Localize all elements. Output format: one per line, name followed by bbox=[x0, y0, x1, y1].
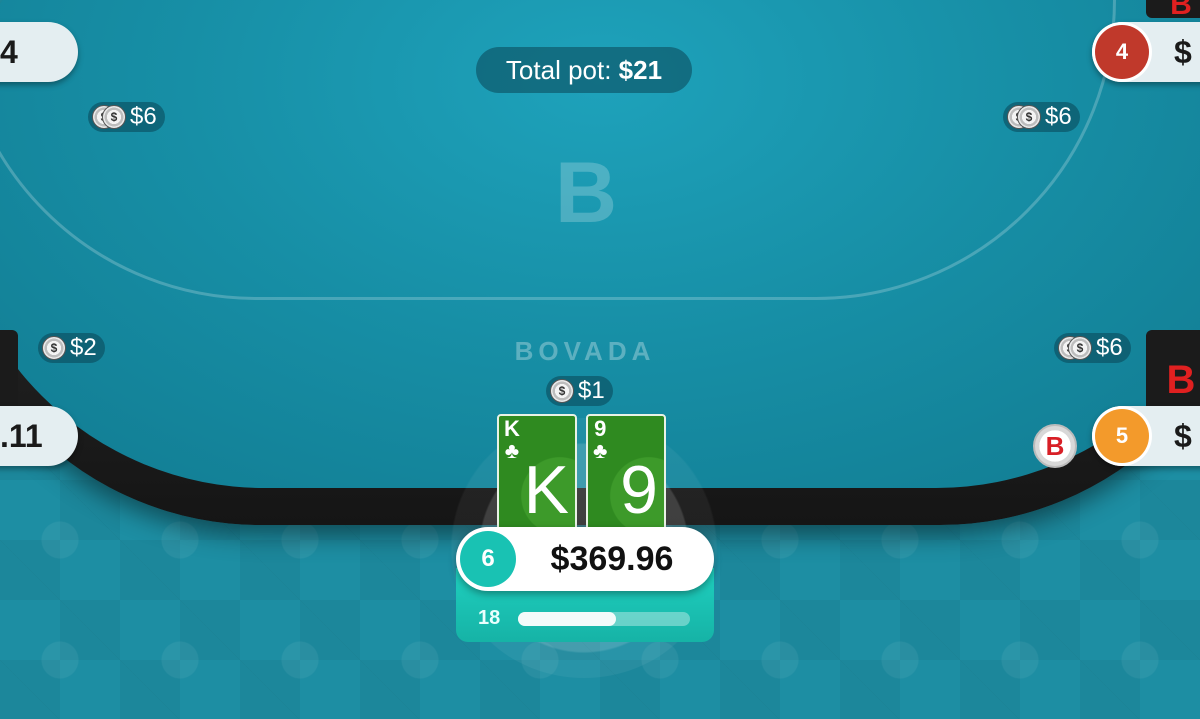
chip-icon: $ bbox=[1068, 336, 1092, 360]
card-corner: K ♣ bbox=[504, 418, 520, 462]
bet-amount: $2 bbox=[70, 334, 97, 361]
seat-stack: 4 bbox=[0, 34, 18, 70]
chip-icon: $ bbox=[102, 105, 126, 129]
bet-amount: $6 bbox=[130, 103, 157, 130]
chip-icon: $ bbox=[1017, 105, 1041, 129]
seat-mid-left-avatar bbox=[0, 330, 18, 410]
seat-stack: $ bbox=[1174, 34, 1192, 70]
hero-seat-number: 6 bbox=[460, 531, 516, 587]
card-rank: 9 bbox=[594, 416, 607, 441]
bet-amount: $6 bbox=[1045, 103, 1072, 130]
bet-seat-mid-left: $ $2 bbox=[38, 333, 105, 363]
seat-number-badge: 5 bbox=[1095, 409, 1149, 463]
seat-stack: $ bbox=[1174, 418, 1192, 454]
bet-seat-mid-right: $$ $6 bbox=[1054, 333, 1131, 363]
hole-card-1: K ♣ K bbox=[497, 414, 577, 532]
total-pot: Total pot: $21 bbox=[476, 47, 692, 93]
dealer-button-icon: B bbox=[1033, 424, 1077, 468]
card-corner: 9 ♣ bbox=[593, 418, 607, 462]
seat-mid-left[interactable]: .11 bbox=[0, 406, 78, 466]
club-suit-icon: ♣ bbox=[593, 438, 608, 463]
table-logo-icon: B bbox=[555, 145, 618, 241]
bet-seat-hero: $ $1 bbox=[546, 376, 613, 406]
hero-stack: $369.96 bbox=[550, 540, 674, 578]
timer-seconds: 18 bbox=[478, 607, 501, 629]
bet-amount: $1 bbox=[578, 377, 605, 404]
bet-seat-top-right: $$ $6 bbox=[1003, 102, 1080, 132]
club-suit-icon: ♣ bbox=[504, 438, 520, 463]
bet-seat-top-left: $$ $6 bbox=[88, 102, 165, 132]
chip-icon: $ bbox=[42, 336, 66, 360]
timer-bar bbox=[518, 612, 690, 626]
card-rank: K bbox=[504, 416, 520, 441]
bet-amount: $6 bbox=[1096, 334, 1123, 361]
seat-stack: .11 bbox=[0, 418, 43, 454]
card-rank-large: 9 bbox=[620, 452, 658, 528]
brand-name: BOVADA bbox=[514, 336, 656, 366]
pot-label: Total pot: bbox=[505, 55, 612, 85]
seat-top-right-avatar: B bbox=[1146, 0, 1200, 21]
chip-icon: $ bbox=[550, 379, 574, 403]
card-rank-large: K bbox=[523, 452, 569, 528]
pot-amount: $21 bbox=[618, 55, 663, 85]
timer-bar-fill bbox=[518, 612, 617, 626]
seat-mid-right-avatar: B bbox=[1146, 330, 1200, 412]
hole-card-2: 9 ♣ 9 bbox=[586, 414, 666, 532]
seat-number-badge: 4 bbox=[1095, 25, 1149, 79]
seat-top-left[interactable]: 4 bbox=[0, 22, 78, 82]
